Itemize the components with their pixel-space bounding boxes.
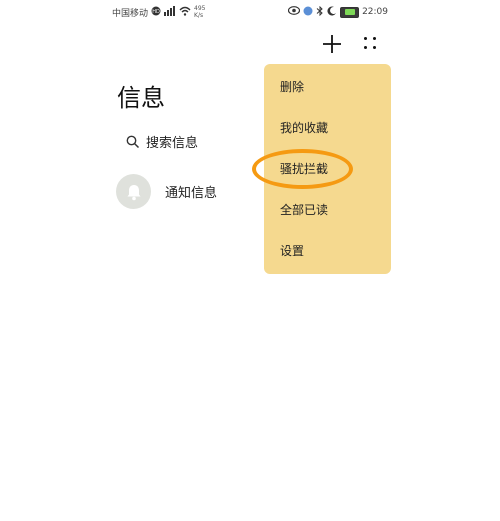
eye-icon — [287, 6, 301, 18]
plus-icon — [323, 35, 341, 53]
avatar — [116, 174, 151, 209]
overflow-menu: 删除 我的收藏 骚扰拦截 全部已读 设置 — [264, 64, 391, 274]
menu-item-mark-all-read[interactable]: 全部已读 — [280, 199, 328, 221]
carrier-label: 中国移动 — [112, 8, 149, 19]
bluetooth-icon — [316, 5, 324, 19]
moon-icon — [327, 6, 337, 19]
wifi-icon — [179, 6, 191, 19]
menu-item-delete[interactable]: 删除 — [280, 76, 304, 98]
menu-item-favorites[interactable]: 我的收藏 — [280, 117, 328, 139]
hd-icon: HD — [151, 6, 161, 19]
bell-icon — [127, 184, 140, 200]
network-speed-value: 495 — [194, 5, 206, 12]
grid-dots-icon — [364, 37, 367, 40]
search-label: 搜索信息 — [146, 136, 199, 151]
search-bar[interactable]: 搜索信息 — [126, 132, 198, 151]
status-left: 中国移动 HD 495 K/s — [112, 5, 205, 19]
menu-item-settings[interactable]: 设置 — [280, 240, 304, 262]
list-item[interactable]: 通知信息 — [116, 174, 217, 209]
conversation-title: 通知信息 — [165, 186, 218, 201]
battery-icon — [340, 6, 360, 18]
status-right: 22:09 — [287, 5, 388, 19]
network-speed: 495 K/s — [194, 5, 205, 19]
clock-time: 22:09 — [362, 7, 388, 17]
search-icon — [126, 135, 140, 148]
app-badge-icon — [303, 6, 313, 19]
add-button[interactable] — [318, 30, 346, 58]
page-title: 信息 — [117, 84, 165, 112]
status-bar: 中国移动 HD 495 K/s 22:09 — [112, 3, 388, 21]
more-options-button[interactable] — [360, 33, 384, 57]
network-speed-unit: K/s — [194, 12, 204, 19]
signal-icon — [164, 5, 176, 19]
menu-item-spam-block[interactable]: 骚扰拦截 — [280, 158, 328, 180]
svg-text:HD: HD — [152, 9, 160, 15]
